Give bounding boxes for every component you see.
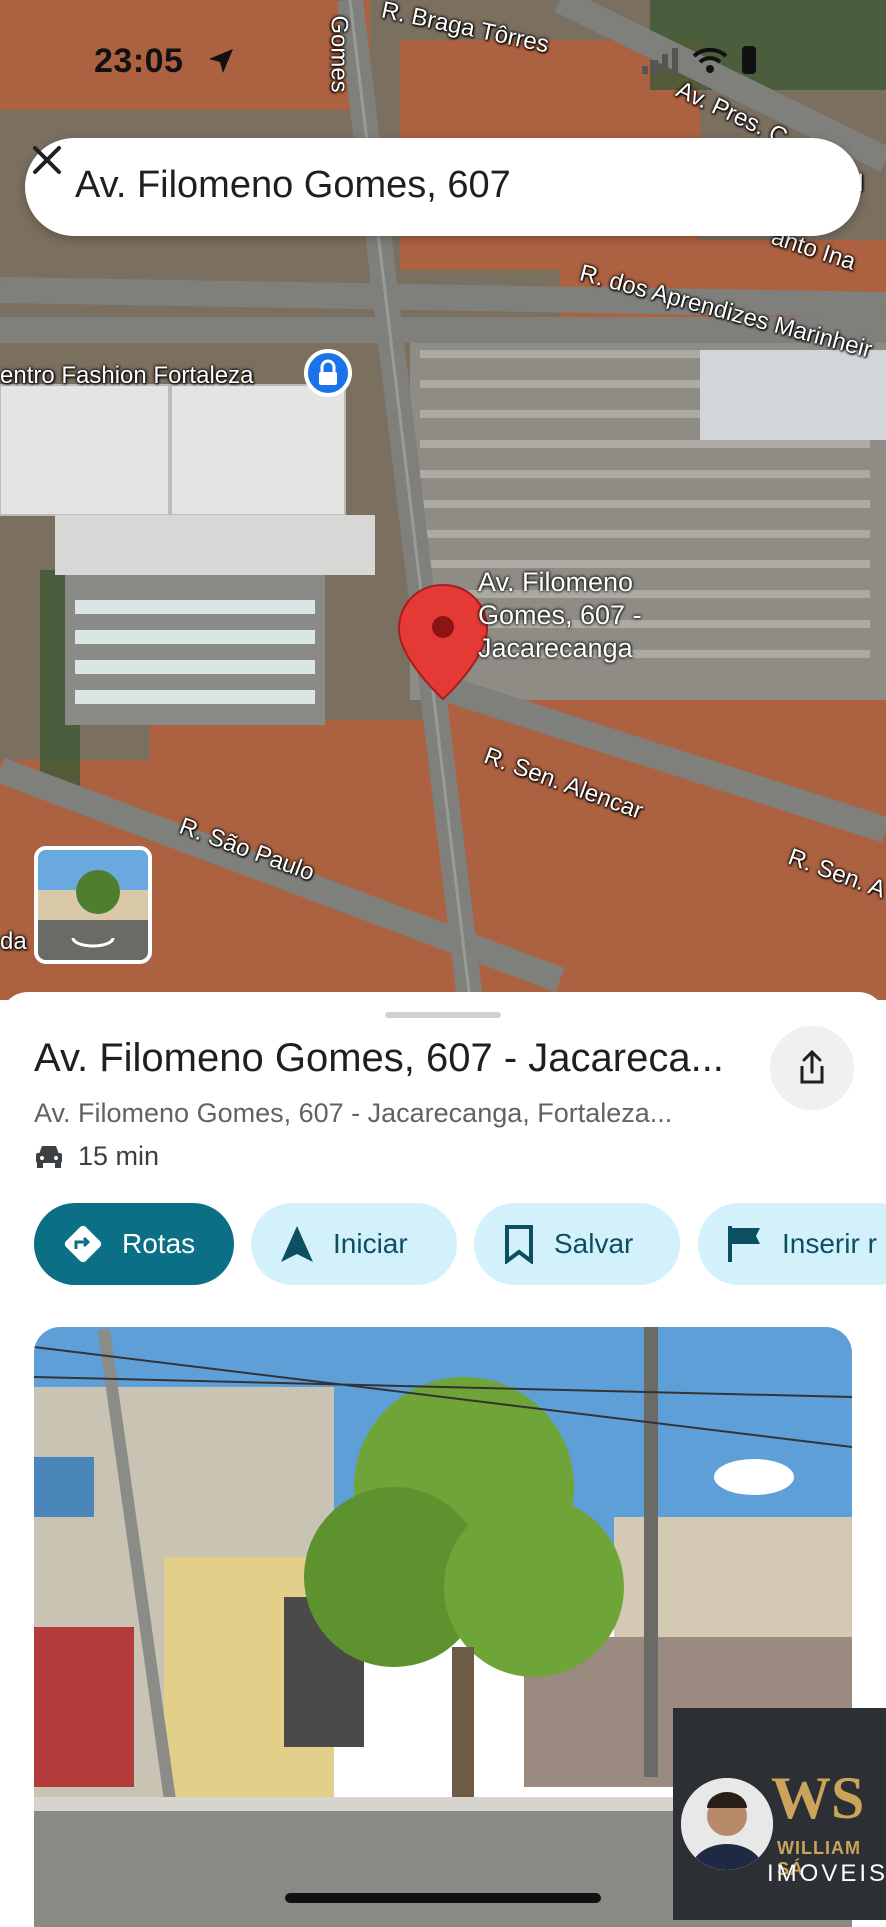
clock: 23:05 bbox=[94, 42, 184, 80]
directions-label: Rotas bbox=[122, 1228, 196, 1259]
pin-label-line: Gomes, 607 - bbox=[478, 600, 642, 630]
map-label-place: entro Fashion Fortaleza bbox=[0, 362, 254, 389]
wifi-icon bbox=[692, 47, 728, 73]
watermark-logo: WS WILLIAM SÁ IMOVEIS bbox=[673, 1708, 886, 1920]
pin-label-line: Av. Filomeno bbox=[478, 567, 634, 597]
person-photo bbox=[681, 1778, 773, 1870]
map-label-street: da bbox=[0, 928, 27, 955]
avatar bbox=[681, 1778, 773, 1870]
flag-icon bbox=[728, 1226, 760, 1262]
share-button[interactable] bbox=[770, 1026, 854, 1110]
start-label: Iniciar bbox=[333, 1228, 408, 1259]
navigation-arrow-icon bbox=[281, 1226, 313, 1262]
bookmark-icon bbox=[505, 1225, 533, 1264]
place-title: Av. Filomeno Gomes, 607 - Jacareca... bbox=[34, 1036, 724, 1080]
directions-icon bbox=[64, 1225, 102, 1263]
pin-label: Av. Filomeno Gomes, 607 - Jacarecanga bbox=[478, 566, 642, 665]
map-label-street: Gomes bbox=[325, 15, 353, 93]
search-input[interactable]: Av. Filomeno Gomes, 607 bbox=[75, 164, 511, 207]
directions-button[interactable]: Rotas bbox=[34, 1203, 234, 1285]
place-address: Av. Filomeno Gomes, 607 - Jacarecanga, F… bbox=[34, 1098, 673, 1128]
close-icon[interactable] bbox=[25, 138, 69, 182]
location-arrow-icon bbox=[209, 49, 233, 73]
share-icon bbox=[800, 1050, 824, 1084]
drag-handle[interactable] bbox=[385, 1012, 501, 1018]
logo-mark: WS bbox=[771, 1765, 865, 1831]
eta-text: 15 min bbox=[78, 1140, 160, 1171]
street-view-image bbox=[38, 850, 148, 960]
status-bar: 23:05 bbox=[0, 38, 886, 80]
logo-sub: IMOVEIS bbox=[767, 1860, 886, 1887]
drive-time: 15 min bbox=[34, 1138, 159, 1174]
add-label-text: Inserir r bbox=[782, 1228, 877, 1259]
car-icon bbox=[36, 1146, 62, 1168]
home-indicator[interactable] bbox=[285, 1893, 601, 1903]
map-view[interactable]: 23:05 R. Braga Tôrres Gomes Av. Pres. C … bbox=[0, 0, 886, 1000]
add-label-button[interactable]: Inserir r bbox=[698, 1203, 886, 1285]
pin-label-line: Jacarecanga bbox=[478, 633, 633, 663]
cellular-signal-icon bbox=[642, 48, 678, 74]
battery-icon bbox=[742, 46, 756, 74]
street-view-thumbnail[interactable] bbox=[34, 846, 152, 964]
save-label: Salvar bbox=[554, 1228, 634, 1259]
search-bar[interactable]: Av. Filomeno Gomes, 607 bbox=[25, 138, 861, 236]
start-button[interactable]: Iniciar bbox=[251, 1203, 457, 1285]
save-button[interactable]: Salvar bbox=[474, 1203, 680, 1285]
